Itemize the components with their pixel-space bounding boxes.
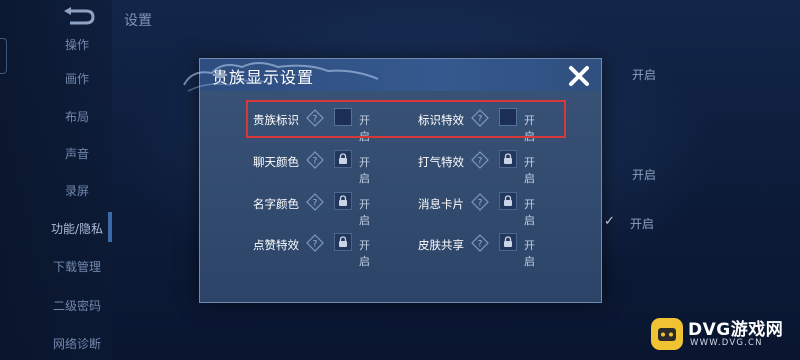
setting-label: 消息卡片 — [418, 197, 464, 211]
toggle-on-label: 开启 — [359, 198, 370, 227]
back-arrow-icon[interactable] — [60, 6, 98, 28]
toggle-on-label: 开启 — [524, 239, 535, 268]
sidebar-item-downloads[interactable]: 下载管理 — [42, 258, 112, 275]
lock-icon — [499, 150, 517, 168]
lock-icon — [334, 150, 352, 168]
sidebar-item-recording[interactable]: 录屏 — [42, 182, 112, 199]
checkmark-icon[interactable]: ✓ — [604, 215, 618, 229]
dialog-header: 贵族显示设置 — [183, 59, 601, 92]
help-diamond-icon[interactable]: ? — [471, 151, 489, 169]
noble-display-settings-dialog: 贵族显示设置 — [183, 58, 602, 303]
toggle-on-label: 开启 — [359, 156, 370, 185]
sidebar-item-second-password[interactable]: 二级密码 — [42, 297, 112, 314]
svg-text:?: ? — [478, 157, 483, 167]
watermark-logo-icon — [651, 318, 683, 350]
setting-label: 点赞特效 — [253, 238, 299, 252]
help-diamond-icon[interactable]: ? — [306, 193, 324, 211]
lock-icon — [499, 192, 517, 210]
setting-label: 名字颜色 — [253, 197, 299, 211]
svg-text:?: ? — [313, 199, 318, 209]
sidebar-active-indicator — [108, 212, 112, 242]
toggle-on-label: 开启 — [524, 198, 535, 227]
page-title: 设置 — [124, 13, 152, 29]
setting-label: 皮肤共享 — [418, 238, 464, 252]
sidebar-item-layout[interactable]: 布局 — [42, 108, 112, 125]
sidebar-item-network[interactable]: 网络诊断 — [42, 335, 112, 352]
help-diamond-icon[interactable]: ? — [471, 234, 489, 252]
svg-text:?: ? — [313, 240, 318, 250]
lock-icon — [499, 233, 517, 251]
lock-icon — [334, 192, 352, 210]
sidebar-edge-tab[interactable] — [0, 38, 7, 74]
lock-icon — [334, 233, 352, 251]
svg-text:?: ? — [313, 157, 318, 167]
help-diamond-icon[interactable]: ? — [306, 151, 324, 169]
help-diamond-icon[interactable]: ? — [471, 193, 489, 211]
setting-label: 聊天颜色 — [253, 155, 299, 169]
sidebar-item-painting[interactable]: 画作 — [42, 70, 112, 87]
help-diamond-icon[interactable]: ? — [306, 234, 324, 252]
watermark-name: DVG游戏网 — [688, 320, 784, 340]
bg-toggle-label: 开启 — [632, 68, 657, 82]
highlight-annotation — [246, 100, 566, 138]
svg-text:?: ? — [478, 199, 483, 209]
site-watermark: DVG游戏网 WWW.DVG.CN — [650, 313, 798, 357]
settings-sidebar: 操作 画作 布局 声音 录屏 功能/隐私 下载管理 二级密码 网络诊断 — [0, 0, 112, 360]
sidebar-item-operation[interactable]: 操作 — [42, 36, 112, 53]
svg-text:?: ? — [478, 240, 483, 250]
toggle-on-label: 开启 — [359, 239, 370, 268]
watermark-url: WWW.DVG.CN — [690, 338, 763, 348]
bg-toggle-label: 开启 — [630, 217, 655, 231]
sidebar-item-privacy[interactable]: 功能/隐私 — [42, 220, 112, 237]
dialog-title: 贵族显示设置 — [212, 68, 315, 87]
sidebar-item-sound[interactable]: 声音 — [42, 145, 112, 162]
setting-label: 打气特效 — [418, 155, 464, 169]
close-icon[interactable] — [566, 63, 592, 89]
toggle-on-label: 开启 — [524, 156, 535, 185]
bg-toggle-label: 开启 — [632, 168, 657, 182]
